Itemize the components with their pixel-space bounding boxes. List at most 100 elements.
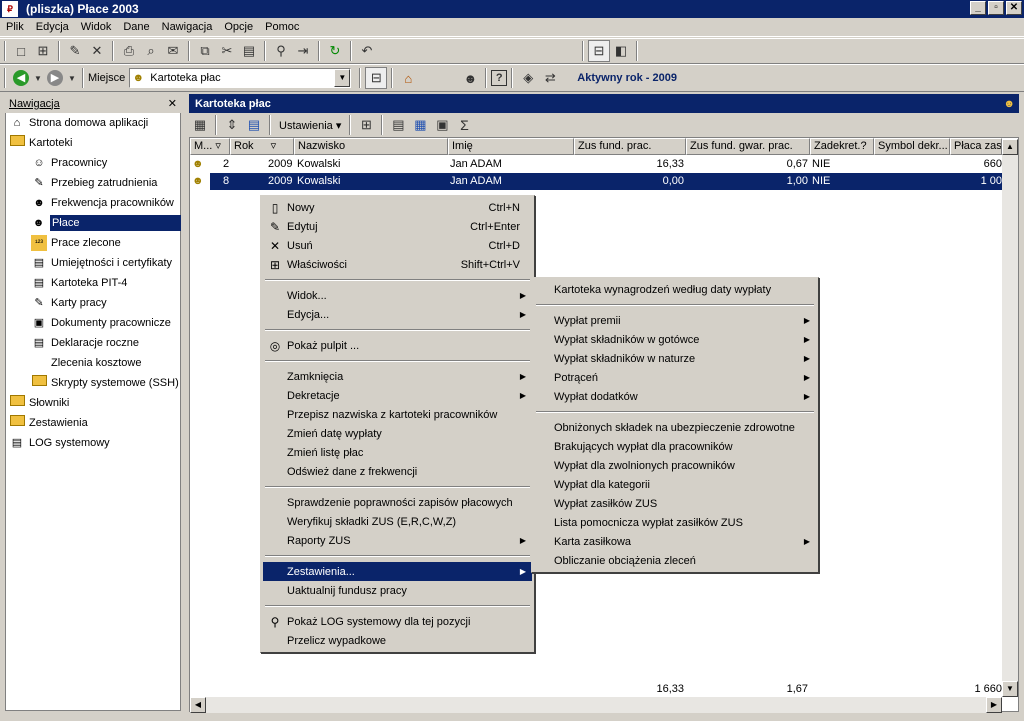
menu-opcje[interactable]: Opcje	[218, 21, 259, 33]
columns-icon[interactable]: ▦	[409, 114, 431, 136]
location-combo[interactable]: ☻ Kartoteka płac ▼	[129, 68, 352, 88]
submenu-item-obliczanie-obciazenia-zlecen[interactable]: Obliczanie obciążenia zleceń	[534, 551, 816, 570]
delete-icon[interactable]: ✕	[86, 40, 108, 62]
tree-item-dokumenty-pracownicze[interactable]: ▣ Dokumenty pracownicze	[5, 313, 181, 333]
submenu-item-wyp-at-zasi-kow-zus[interactable]: Wypłat zasiłków ZUS	[534, 494, 816, 513]
mail-icon[interactable]: ✉	[162, 40, 184, 62]
forward-dropdown-icon[interactable]: ▼	[66, 67, 78, 89]
calendar-icon[interactable]: ▤	[243, 114, 265, 136]
tree-item-kartoteka-pit-4[interactable]: ▤ Kartoteka PIT-4	[5, 273, 181, 293]
menu-widok[interactable]: Widok	[75, 21, 118, 33]
menu-item-zestawienia[interactable]: Zestawienia... ▶	[263, 562, 532, 581]
tree-item-zlecenia-kosztowe[interactable]: Zlecenia kosztowe	[5, 353, 181, 373]
properties-icon[interactable]: ⊞	[32, 40, 54, 62]
people-icon[interactable]: ☻	[459, 67, 481, 89]
vertical-scrollbar[interactable]: ▲ ▼	[1002, 139, 1018, 697]
column-header[interactable]: Płaca zasa...	[950, 138, 1002, 155]
submenu-item-wyp-at-sk-adnikow-w-naturze[interactable]: Wypłat składników w naturze ▶	[534, 349, 816, 368]
tree-item-s-owniki[interactable]: Słowniki	[5, 393, 181, 413]
grid-options-icon[interactable]: ▣	[431, 114, 453, 136]
submenu-item-obnizonych-sk-adek-na-ubezpieczenie-zdrowotne[interactable]: Obniżonych składek na ubezpieczenie zdro…	[534, 418, 816, 437]
table-row[interactable]: ☻ 2 2009 Kowalski Jan ADAM 16,33 0,67 NI…	[190, 156, 1002, 173]
menu-item-dekretacje[interactable]: Dekretacje ▶	[263, 386, 532, 405]
scroll-left-icon[interactable]: ◀	[190, 697, 206, 713]
tree-item-umiejetnosci-i-certyfikaty[interactable]: ▤ Umiejętności i certyfikaty	[5, 253, 181, 273]
menu-item-przepisz-nazwiska-z-kartoteki-pracownikow[interactable]: Przepisz nazwiska z kartoteki pracownikó…	[263, 405, 532, 424]
tree-item-deklaracje-roczne[interactable]: ▤ Deklaracje roczne	[5, 333, 181, 353]
tree-icon[interactable]: ⊟	[365, 67, 388, 89]
column-header[interactable]: Zus fund. prac.	[574, 138, 686, 155]
column-header[interactable]: M... ▿	[190, 138, 230, 155]
tree-item-pracownicy[interactable]: ☺ Pracownicy	[5, 153, 181, 173]
tree-item-przebieg-zatrudnienia[interactable]: ✎ Przebieg zatrudnienia	[5, 173, 181, 193]
tree-item-kartoteki[interactable]: Kartoteki	[5, 133, 181, 153]
split-view-icon[interactable]: ◧	[610, 40, 632, 62]
maximize-button[interactable]: ▫	[988, 1, 1004, 15]
menu-pomoc[interactable]: Pomoc	[259, 21, 305, 33]
help-icon[interactable]: ?	[491, 70, 508, 86]
submenu-item-potracen[interactable]: Potrąceń ▶	[534, 368, 816, 387]
menu-item-nowy[interactable]: ▯ Nowy Ctrl+N	[263, 198, 532, 217]
minimize-button[interactable]: _	[970, 1, 986, 15]
column-header[interactable]: Zadekret.?	[810, 138, 874, 155]
book-icon[interactable]: ◈	[517, 67, 539, 89]
export-icon[interactable]: ▦	[189, 114, 211, 136]
menu-item-edycja[interactable]: Edycja... ▶	[263, 305, 532, 324]
column-header[interactable]: Zus fund. gwar. prac.	[686, 138, 810, 155]
close-button[interactable]: ✕	[1006, 1, 1022, 15]
tree-item-strona-domowa-aplikacji[interactable]: ⌂ Strona domowa aplikacji	[5, 113, 181, 133]
tree-item-prace-zlecone[interactable]: ¹²³ Prace zlecone	[5, 233, 181, 253]
menu-item-uaktualnij-fundusz-pracy[interactable]: Uaktualnij fundusz pracy	[263, 581, 532, 600]
paste-icon[interactable]: ▤	[238, 40, 260, 62]
preview-icon[interactable]: ⌕	[140, 40, 162, 62]
submenu-item-wyp-at-sk-adnikow-w-gotowce[interactable]: Wypłat składników w gotówce ▶	[534, 330, 816, 349]
submenu-item-brakujacych-wyp-at-dla-pracownikow[interactable]: Brakujących wypłat dla pracowników	[534, 437, 816, 456]
tree-view-icon[interactable]: ⊟	[588, 40, 610, 62]
refresh-icon[interactable]: ↻	[324, 40, 346, 62]
print-icon[interactable]: ⎙	[118, 40, 140, 62]
menu-nawigacja[interactable]: Nawigacja	[156, 21, 219, 33]
menu-dane[interactable]: Dane	[117, 21, 155, 33]
chevron-down-icon[interactable]: ▼	[334, 69, 351, 87]
submenu-item-wyp-at-premii[interactable]: Wypłat premii ▶	[534, 311, 816, 330]
home-icon[interactable]: ⌂	[397, 67, 419, 89]
tree-item-p-ace[interactable]: ☻ Płace	[5, 213, 181, 233]
close-icon[interactable]: ✕	[168, 97, 177, 110]
submenu-item-wyp-at-dodatkow[interactable]: Wypłat dodatków ▶	[534, 387, 816, 406]
menu-item-w-asciwosci[interactable]: ⊞ Właściwości Shift+Ctrl+V	[263, 255, 532, 274]
find-next-icon[interactable]: ⇥	[292, 40, 314, 62]
scroll-up-icon[interactable]: ▲	[1002, 139, 1018, 155]
scroll-right-icon[interactable]: ▶	[986, 697, 1002, 713]
submenu-item-karta-zasi-kowa[interactable]: Karta zasiłkowa ▶	[534, 532, 816, 551]
forward-icon[interactable]: ▶	[44, 67, 66, 89]
menu-edycja[interactable]: Edycja	[30, 21, 75, 33]
submenu-item-lista-pomocnicza-wyp-at-zasi-kow-zus[interactable]: Lista pomocnicza wypłat zasiłków ZUS	[534, 513, 816, 532]
tree-item-frekwencja-pracownikow[interactable]: ☻ Frekwencja pracowników	[5, 193, 181, 213]
menu-item-odswiez-dane-z-frekwencji[interactable]: Odśwież dane z frekwencji	[263, 462, 532, 481]
menu-item-pokaz-pulpit[interactable]: ◎ Pokaż pulpit ...	[263, 336, 532, 355]
new-doc-icon[interactable]: □	[10, 40, 32, 62]
sort-icon[interactable]: ⇕	[221, 114, 243, 136]
back-dropdown-icon[interactable]: ▼	[32, 67, 44, 89]
copy-icon[interactable]: ⧉	[194, 40, 216, 62]
menu-item-widok[interactable]: Widok... ▶	[263, 286, 532, 305]
menu-item-przelicz-wypadkowe[interactable]: Przelicz wypadkowe	[263, 631, 532, 650]
menu-item-weryfikuj-sk-adki-zus-e-r-c-w-z[interactable]: Weryfikuj składki ZUS (E,R,C,W,Z)	[263, 512, 532, 531]
tree-item-skrypty-systemowe-ssh[interactable]: Skrypty systemowe (SSH)	[5, 373, 181, 393]
table-row[interactable]: ☻ 8 2009 Kowalski Jan ADAM 0,00 1,00 NIE…	[190, 173, 1002, 190]
find-icon[interactable]: ⚲	[270, 40, 292, 62]
menu-item-zmien-liste-p-ac[interactable]: Zmień listę płac	[263, 443, 532, 462]
column-header[interactable]: Imię	[448, 138, 574, 155]
menu-plik[interactable]: Plik	[0, 21, 30, 33]
column-header[interactable]: Rok ▿	[230, 138, 294, 155]
link-icon[interactable]: ⇄	[539, 67, 561, 89]
tree-item-karty-pracy[interactable]: ✎ Karty pracy	[5, 293, 181, 313]
tree-item-log-systemowy[interactable]: ▤ LOG systemowy	[5, 433, 181, 453]
menu-item-edytuj[interactable]: ✎ Edytuj Ctrl+Enter	[263, 217, 532, 236]
settings-button[interactable]: Ustawienia ▾	[275, 119, 345, 132]
sum-icon[interactable]: Σ	[453, 114, 475, 136]
menu-item-sprawdzenie-poprawnosci-zapisow-p-acowych[interactable]: Sprawdzenie poprawności zapisów płacowyc…	[263, 493, 532, 512]
properties-icon[interactable]: ⊞	[355, 114, 377, 136]
edit-icon[interactable]: ✎	[64, 40, 86, 62]
submenu-item-kartoteka-wynagrodzen-wed-ug-daty-wyp-aty[interactable]: Kartoteka wynagrodzeń według daty wypłat…	[534, 280, 816, 299]
